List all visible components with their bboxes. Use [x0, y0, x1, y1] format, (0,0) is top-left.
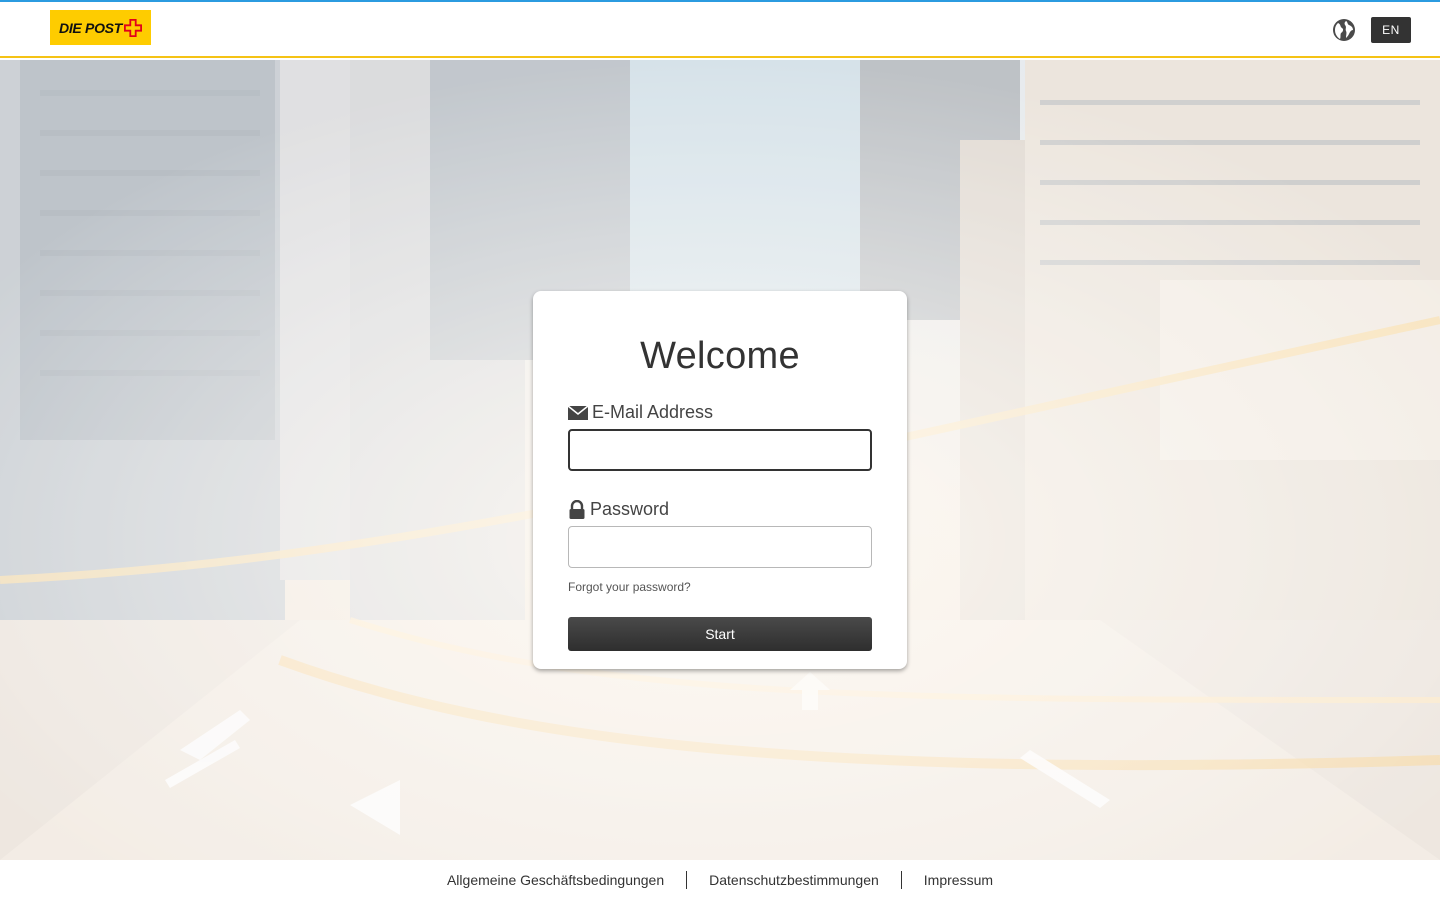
forgot-password-link[interactable]: Forgot your password? — [568, 580, 691, 594]
header: DIE POST EN — [0, 2, 1440, 58]
footer: Allgemeine Geschäftsbedingungen Datensch… — [0, 860, 1440, 900]
email-label-text: E-Mail Address — [592, 402, 714, 422]
footer-link-impressum[interactable]: Impressum — [902, 872, 1015, 888]
email-label: E-Mail Address — [568, 402, 713, 423]
start-button[interactable]: Start — [568, 617, 872, 651]
password-input[interactable] — [568, 526, 872, 568]
globe-icon[interactable] — [1332, 18, 1356, 42]
logo-text: DIE POST — [59, 19, 122, 36]
login-card: Welcome E-Mail Address Password Forgot y… — [533, 291, 907, 669]
password-label: Password — [568, 499, 669, 520]
welcome-title: Welcome — [640, 335, 800, 377]
email-input[interactable] — [568, 429, 872, 471]
swiss-cross-icon — [123, 18, 142, 37]
footer-link-agb[interactable]: Allgemeine Geschäftsbedingungen — [425, 872, 686, 888]
envelope-icon — [568, 405, 588, 420]
password-label-text: Password — [590, 499, 670, 519]
language-button[interactable]: EN — [1371, 17, 1411, 43]
footer-link-datenschutz[interactable]: Datenschutzbestimmungen — [687, 872, 901, 888]
die-post-logo[interactable]: DIE POST — [50, 10, 151, 45]
lock-icon — [569, 499, 585, 519]
